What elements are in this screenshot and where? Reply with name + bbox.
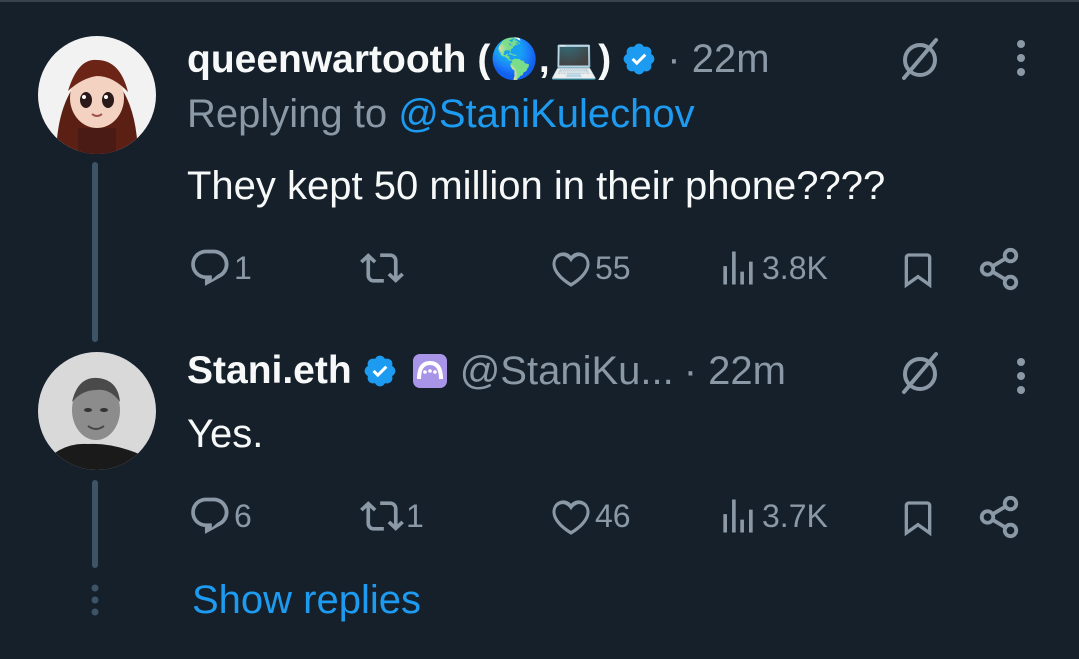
retweet-icon xyxy=(360,501,404,531)
more-options-icon[interactable] xyxy=(1014,38,1028,78)
reply-count: 6 xyxy=(234,497,252,534)
replying-to-mention[interactable]: @StaniKulechov xyxy=(398,92,694,136)
view-count: 3.8K xyxy=(762,249,828,286)
display-name[interactable]: queenwartooth (🌎,💻) xyxy=(187,36,611,82)
bookmark-icon[interactable] xyxy=(898,248,938,292)
reply-button[interactable]: 1 xyxy=(188,246,252,290)
heart-icon xyxy=(552,500,590,535)
top-divider xyxy=(0,0,1079,2)
retweet-icon xyxy=(360,253,404,283)
tweet-text: Yes. xyxy=(187,412,264,456)
like-button[interactable]: 46 xyxy=(549,494,631,538)
reply-icon xyxy=(191,249,229,286)
like-count: 46 xyxy=(595,497,631,534)
tweet-time[interactable]: · 22m xyxy=(667,37,769,82)
heart-icon xyxy=(552,252,590,287)
reply-count: 1 xyxy=(234,249,252,286)
tweet-time[interactable]: · 22m xyxy=(684,349,786,394)
thread-ellipsis-icon xyxy=(91,584,99,616)
like-count: 55 xyxy=(595,249,631,286)
views-icon xyxy=(723,251,753,285)
verified-badge-icon xyxy=(364,355,396,387)
affiliate-badge-icon xyxy=(412,354,447,388)
replying-to: Replying to @StaniKulechov xyxy=(187,92,695,136)
thread-connector xyxy=(92,480,98,568)
retweet-button[interactable] xyxy=(360,246,406,290)
more-options-icon[interactable] xyxy=(1014,356,1028,396)
tweet-header: Stani.eth @StaniKu... · 22m xyxy=(187,346,786,396)
show-replies-link[interactable]: Show replies xyxy=(192,578,421,623)
view-count: 3.7K xyxy=(762,497,828,534)
display-name[interactable]: Stani.eth xyxy=(187,349,352,393)
hidden-reply-icon xyxy=(902,352,938,394)
views-button[interactable]: 3.8K xyxy=(716,246,828,290)
views-icon xyxy=(723,499,753,533)
share-icon[interactable] xyxy=(976,246,1022,292)
thread-connector xyxy=(92,162,98,342)
avatar-queenwartooth[interactable] xyxy=(38,36,156,154)
avatar-stani[interactable] xyxy=(38,352,156,470)
like-button[interactable]: 55 xyxy=(549,246,631,290)
verified-badge-icon xyxy=(623,43,655,75)
tweet-text: They kept 50 million in their phone???? xyxy=(187,164,886,208)
bookmark-icon[interactable] xyxy=(898,496,938,540)
retweet-count: 1 xyxy=(406,497,424,534)
reply-icon xyxy=(191,497,229,534)
tweet-header: queenwartooth (🌎,💻) · 22m xyxy=(187,34,770,84)
retweet-button[interactable]: 1 xyxy=(360,494,424,538)
hidden-reply-icon xyxy=(902,38,938,80)
share-icon[interactable] xyxy=(976,494,1022,540)
reply-button[interactable]: 6 xyxy=(188,494,252,538)
user-handle[interactable]: @StaniKu... xyxy=(460,349,674,394)
views-button[interactable]: 3.7K xyxy=(716,494,828,538)
